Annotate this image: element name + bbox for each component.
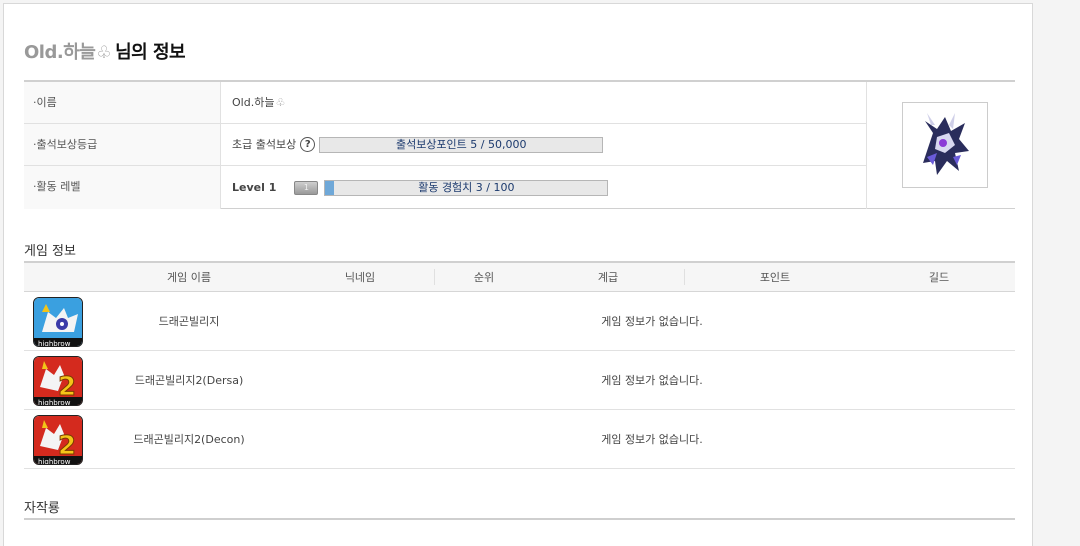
col-game-name: 게임 이름	[167, 271, 211, 284]
game-row: highbrow 드래곤빌리지 게임 정보가 없습니다.	[24, 292, 1015, 351]
game-row: 2 highbrow 드래곤빌리지2(Dersa) 게임 정보가 없습니다.	[24, 351, 1015, 410]
info-table: ·이름 Old.하늘 ♧ ·출석보상등급 초급 출석보상 ? 출석보상포인트 5 …	[24, 80, 1015, 209]
level-badge: 1	[294, 180, 319, 195]
info-row-name: ·이름 Old.하늘 ♧	[24, 82, 866, 124]
col-guild: 길드	[928, 271, 950, 284]
game-row: 2 highbrow 드래곤빌리지2(Decon) 게임 정보가 없습니다.	[24, 410, 1015, 469]
col-points: 포인트	[759, 271, 791, 284]
title-suffix: 님의 정보	[115, 42, 186, 63]
activity-progress-text: 활동 경험치 3 / 100	[418, 180, 515, 194]
svg-text:highbrow: highbrow	[38, 340, 71, 347]
attendance-grade: 초급 출석보상	[232, 137, 297, 151]
clover-icon: ♧	[275, 95, 286, 109]
activity-level: Level 1	[232, 180, 277, 194]
question-circle-icon[interactable]: ?	[300, 137, 316, 152]
activity-progress-bar: 활동 경험치 3 / 100	[324, 179, 609, 196]
game-message: 게임 정보가 없습니다.	[601, 374, 703, 387]
name-value: Old.하늘	[232, 95, 275, 109]
craft-dragon-heading: 자작룡	[24, 501, 60, 516]
svg-text:highbrow: highbrow	[38, 458, 71, 465]
info-value-attendance: 초급 출석보상 ? 출석보상포인트 5 / 50,000	[232, 124, 604, 165]
section-divider	[24, 518, 1015, 520]
game-table: 게임 이름 닉네임 순위 계급 포인트 길드 highbrow 드래곤빌리지 게…	[24, 261, 1015, 469]
clover-icon: ♧	[96, 43, 112, 63]
attendance-progress-text: 출석보상포인트 5 / 50,000	[395, 137, 527, 151]
dragon-avatar-icon	[902, 102, 988, 188]
avatar-cell	[866, 82, 1015, 209]
info-row-activity: ·활동 레벨 Level 1 1 활동 경험치 3 / 100	[24, 166, 866, 209]
dragon-village-icon[interactable]: highbrow	[33, 297, 83, 347]
activity-progress-fill	[325, 180, 334, 195]
info-value-activity: Level 1 1 활동 경험치 3 / 100	[232, 166, 609, 209]
col-class: 계급	[597, 271, 619, 284]
page-title: Old.하늘♧ 님의 정보	[24, 38, 186, 64]
col-rank: 순위	[473, 271, 495, 284]
game-name: 드래곤빌리지2(Decon)	[133, 433, 245, 446]
attendance-progress-bar: 출석보상포인트 5 / 50,000	[319, 136, 604, 153]
info-key-activity: ·활동 레벨	[24, 166, 221, 209]
dragon-village-2-icon[interactable]: 2 highbrow	[33, 415, 83, 465]
game-message: 게임 정보가 없습니다.	[601, 433, 703, 446]
title-nickname: Old.하늘	[24, 42, 96, 63]
profile-panel: Old.하늘♧ 님의 정보 ·이름 Old.하늘 ♧ ·출석보상등급 초급 출석보상…	[3, 3, 1033, 546]
info-value-name: Old.하늘 ♧	[232, 82, 285, 123]
game-table-header: 게임 이름 닉네임 순위 계급 포인트 길드	[24, 263, 1015, 292]
game-info-heading: 게임 정보	[24, 244, 76, 259]
info-row-attendance: ·출석보상등급 초급 출석보상 ? 출석보상포인트 5 / 50,000	[24, 124, 866, 166]
game-name: 드래곤빌리지2(Dersa)	[134, 374, 244, 387]
info-key-attendance: ·출석보상등급	[24, 124, 221, 165]
col-nickname: 닉네임	[344, 271, 376, 284]
game-message: 게임 정보가 없습니다.	[601, 315, 703, 328]
game-name: 드래곤빌리지	[158, 315, 220, 328]
svg-text:highbrow: highbrow	[38, 399, 71, 406]
dragon-village-2-icon[interactable]: 2 highbrow	[33, 356, 83, 406]
info-key-name: ·이름	[24, 82, 221, 123]
